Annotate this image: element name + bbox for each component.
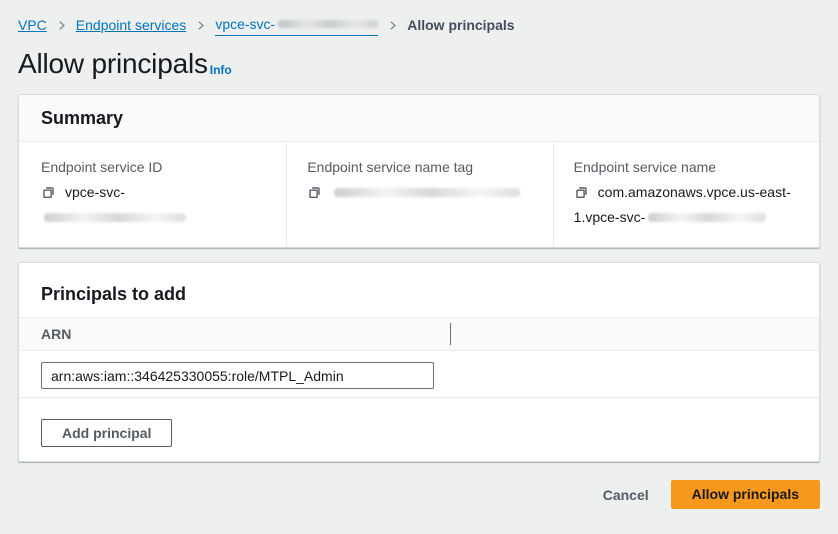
breadcrumb-current: Allow principals: [407, 15, 514, 35]
page: VPC Endpoint services vpce-svc- Allow pr…: [0, 0, 838, 509]
copy-icon[interactable]: [41, 184, 56, 206]
allow-principals-button[interactable]: Allow principals: [671, 480, 820, 509]
breadcrumb-separator-icon: [195, 20, 206, 31]
field-endpoint-service-id: Endpoint service ID vpce-svc-: [19, 142, 286, 247]
breadcrumb-separator-icon: [387, 20, 398, 31]
principals-title: Principals to add: [41, 284, 797, 304]
copy-icon[interactable]: [307, 184, 322, 206]
field-value: [307, 181, 532, 206]
copy-icon[interactable]: [574, 184, 589, 206]
summary-card-header: Summary: [19, 95, 819, 142]
form-actions: Cancel Allow principals: [18, 480, 820, 509]
breadcrumb: VPC Endpoint services vpce-svc- Allow pr…: [18, 0, 820, 36]
arn-input-row: [19, 351, 819, 398]
field-value: vpce-svc-: [41, 181, 266, 228]
info-link[interactable]: Info: [210, 63, 232, 77]
redacted-service-id: [278, 20, 378, 28]
service-id-prefix: vpce-svc-: [65, 184, 125, 200]
service-name-line2: 1.vpce-svc-: [574, 209, 646, 225]
field-label: Endpoint service ID: [41, 157, 266, 177]
principals-card-header: Principals to add: [19, 263, 819, 317]
arn-input[interactable]: [41, 362, 434, 389]
page-title: Allow principals: [18, 45, 208, 82]
redacted-value: [648, 213, 766, 222]
redacted-value: [334, 188, 520, 197]
breadcrumb-separator-icon: [56, 20, 67, 31]
breadcrumb-link-service-id[interactable]: vpce-svc-: [215, 14, 378, 36]
field-endpoint-service-name-tag: Endpoint service name tag: [286, 142, 552, 247]
summary-card-body: Endpoint service ID vpce-svc- Endpoint s…: [19, 142, 819, 247]
arn-column-label: ARN: [41, 326, 71, 342]
breadcrumb-service-id-prefix: vpce-svc-: [215, 14, 275, 34]
summary-title: Summary: [41, 108, 797, 128]
principals-card-footer: Add principal: [19, 398, 819, 461]
principals-card: Principals to add ARN Add principal: [18, 262, 820, 462]
arn-column-header: ARN: [19, 317, 819, 351]
field-value: com.amazonaws.vpce.us-east- 1.vpce-svc-: [574, 181, 799, 228]
service-name-line1: com.amazonaws.vpce.us-east-: [598, 184, 791, 200]
field-label: Endpoint service name tag: [307, 157, 532, 177]
cancel-button[interactable]: Cancel: [603, 487, 649, 503]
field-endpoint-service-name: Endpoint service name com.amazonaws.vpce…: [553, 142, 819, 247]
column-resize-divider[interactable]: [450, 323, 451, 345]
redacted-value: [44, 213, 186, 222]
field-label: Endpoint service name: [574, 157, 799, 177]
breadcrumb-link-vpc[interactable]: VPC: [18, 15, 47, 35]
breadcrumb-link-endpoint-services[interactable]: Endpoint services: [76, 15, 187, 35]
page-header: Allow principals Info: [18, 45, 820, 82]
add-principal-button[interactable]: Add principal: [41, 419, 172, 447]
summary-card: Summary Endpoint service ID vpce-svc- En…: [18, 94, 820, 248]
